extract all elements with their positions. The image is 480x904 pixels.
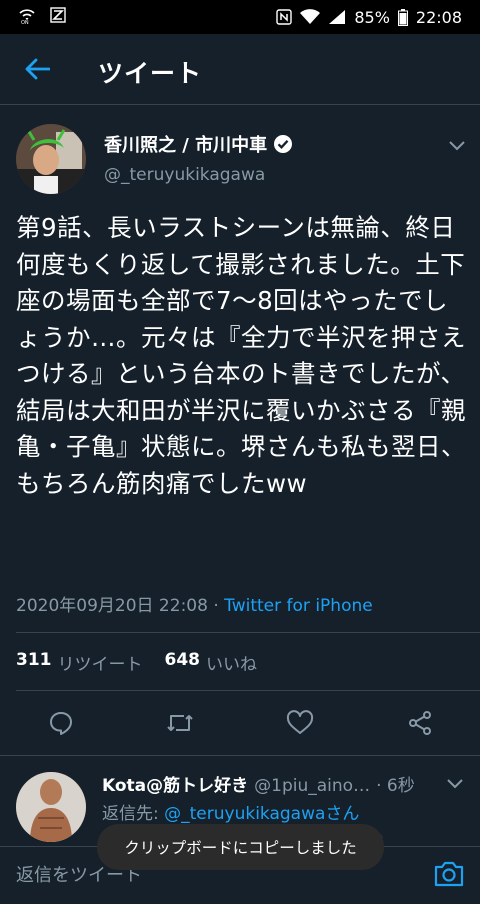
author-name[interactable]: 香川照之 / 市川中車 <box>104 131 293 157</box>
tweet-meta: 2020年09月20日 22:08 · Twitter for iPhone <box>16 591 373 616</box>
reply-name: Kota@筋トレ好き <box>102 776 249 796</box>
like-label[interactable]: いいね <box>206 650 257 675</box>
retweet-label[interactable]: リツイート <box>58 650 143 675</box>
reply-to-label: 返信先: <box>102 804 165 824</box>
camera-button[interactable] <box>432 857 466 891</box>
page-title: ツイート <box>98 59 203 88</box>
reply-chevron-down-icon[interactable] <box>444 772 466 794</box>
retweet-count[interactable]: 311 <box>16 650 52 675</box>
like-icon <box>286 710 314 734</box>
author-name-text: 香川照之 / 市川中車 <box>104 135 268 156</box>
chevron-down-icon[interactable] <box>446 134 468 156</box>
reply-button[interactable] <box>46 708 76 738</box>
meta-separator: · <box>207 596 225 616</box>
reply-to: 返信先: @_teruyukikagawaさん <box>102 799 359 824</box>
nfc-icon <box>276 9 293 25</box>
share-icon <box>409 711 431 735</box>
reply-to-mention[interactable]: @_teruyukikagawaさん <box>164 804 359 824</box>
status-bar: ON 85% 22:08 <box>0 0 480 34</box>
tweet-stats: 311 リツイート 648 いいね <box>16 650 257 675</box>
tweet-source-link[interactable]: Twitter for iPhone <box>224 596 373 616</box>
wifi-calling-icon: ON <box>18 6 36 28</box>
battery-icon <box>397 8 408 26</box>
author-avatar[interactable] <box>16 124 86 194</box>
share-button[interactable] <box>405 708 435 738</box>
top-bar: ツイート <box>0 34 480 104</box>
toast-message: クリップボードにコピーしました <box>97 824 384 870</box>
z-app-icon <box>50 7 66 27</box>
author-handle[interactable]: @_teruyukikagawa <box>104 165 265 185</box>
like-count[interactable]: 648 <box>165 650 201 675</box>
back-button[interactable] <box>20 52 54 86</box>
svg-text:ON: ON <box>21 20 29 24</box>
stats-divider <box>16 690 480 691</box>
wifi-icon <box>300 9 321 25</box>
verified-icon <box>274 135 293 153</box>
reply-header[interactable]: Kota@筋トレ好き @1piu_aino… · 6秒 <box>102 771 415 796</box>
camera-icon <box>434 861 464 887</box>
retweet-button[interactable] <box>165 708 195 738</box>
actions-divider <box>0 755 480 756</box>
back-arrow-icon <box>25 58 50 80</box>
like-button[interactable] <box>285 708 315 738</box>
tweet-datetime: 2020年09月20日 22:08 <box>16 596 208 616</box>
reply-avatar[interactable] <box>16 772 86 842</box>
header-divider <box>0 104 480 105</box>
reply-time: · 6秒 <box>376 776 415 796</box>
reply-handle: @1piu_aino… <box>254 776 371 796</box>
meta-divider <box>16 632 480 633</box>
tweet-text: 第9話、長いラストシーンは無論、終日何度もくり返して撮影されました。土下座の場面… <box>16 213 466 498</box>
reply-icon <box>50 712 72 735</box>
clock: 22:08 <box>415 7 462 27</box>
signal-icon <box>328 9 346 25</box>
retweet-icon <box>167 715 193 731</box>
battery-percent: 85% <box>354 7 390 27</box>
